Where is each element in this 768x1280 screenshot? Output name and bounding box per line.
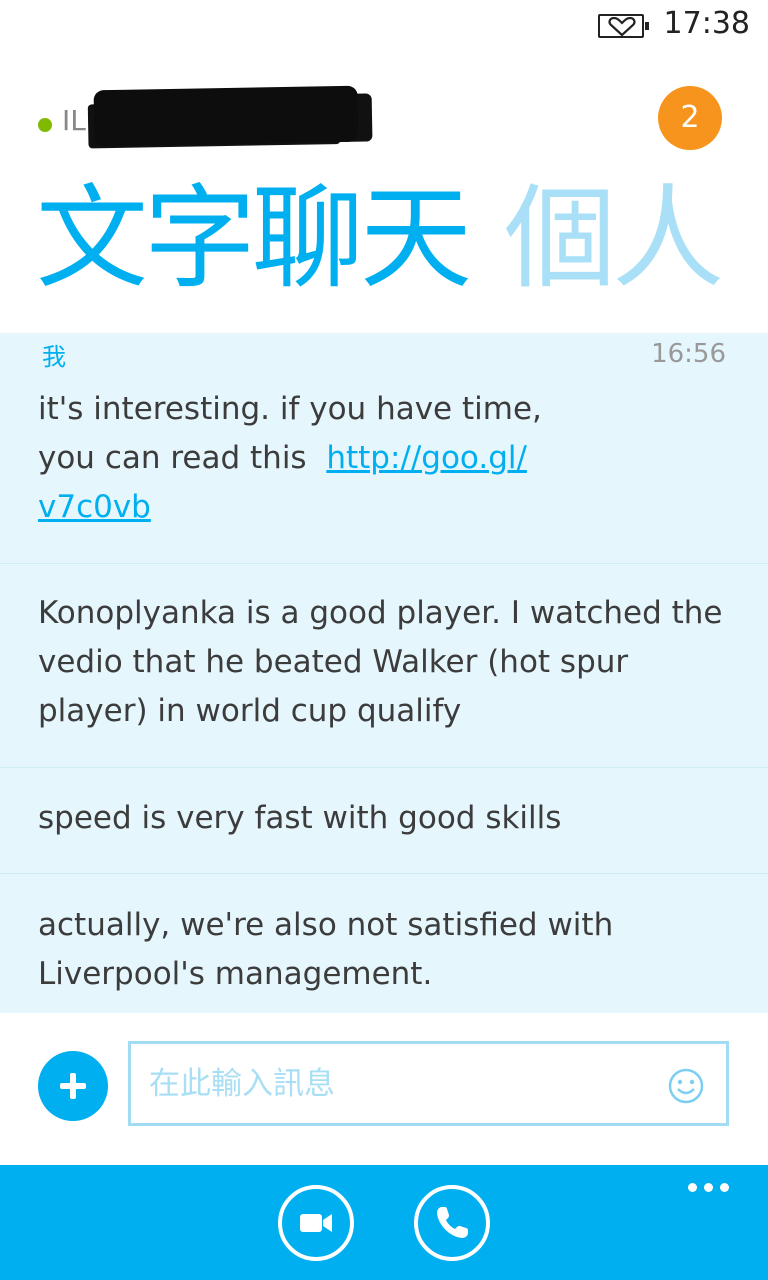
add-attachment-button[interactable] (38, 1051, 108, 1121)
conversation-panel[interactable]: 我 16:56 it's interesting. if you have ti… (0, 333, 768, 1013)
message-item: speed is very fast with good skills (38, 800, 562, 836)
contact-name: IL (62, 104, 86, 137)
message-divider (0, 563, 768, 564)
status-bar: 17:38 (0, 0, 768, 50)
message-item: Konoplyanka is a good player. I watched … (38, 595, 723, 729)
redacted-name-scribble (93, 85, 359, 147)
unread-badge[interactable]: 2 (658, 86, 722, 150)
compose-bar (0, 1013, 768, 1165)
presence-indicator (38, 118, 52, 132)
message-timestamp: 16:56 (651, 339, 726, 369)
message-divider (0, 767, 768, 768)
sender-name: 我 (42, 343, 66, 371)
message-text: you can read this (38, 440, 317, 476)
tab-text-chat[interactable]: 文字聊天 (36, 174, 472, 304)
message-link-continued[interactable]: v7c0vb (38, 489, 151, 525)
video-camera-icon (300, 1214, 332, 1232)
clock: 17:38 (663, 6, 750, 41)
pivot-header: 文字聊天 個人 (36, 174, 768, 304)
message-link[interactable]: http://goo.gl/ (326, 440, 527, 476)
message-header: 我 16:56 (0, 333, 768, 375)
message-item: actually, we're also not satisfied with … (38, 907, 614, 992)
smiley-icon[interactable] (667, 1067, 705, 1105)
message-input[interactable] (128, 1041, 729, 1126)
voice-call-button[interactable] (414, 1185, 490, 1261)
tab-profile[interactable]: 個人 (504, 174, 724, 304)
video-call-button[interactable] (278, 1185, 354, 1261)
app-bar (0, 1165, 768, 1280)
message-divider (0, 873, 768, 874)
message-text: it's interesting. if you have time, (38, 391, 542, 427)
more-dots-icon[interactable] (688, 1183, 730, 1193)
battery-heart-icon (598, 14, 649, 38)
message-item: it's interesting. if you have time, you … (38, 385, 738, 532)
phone-icon (437, 1207, 468, 1238)
